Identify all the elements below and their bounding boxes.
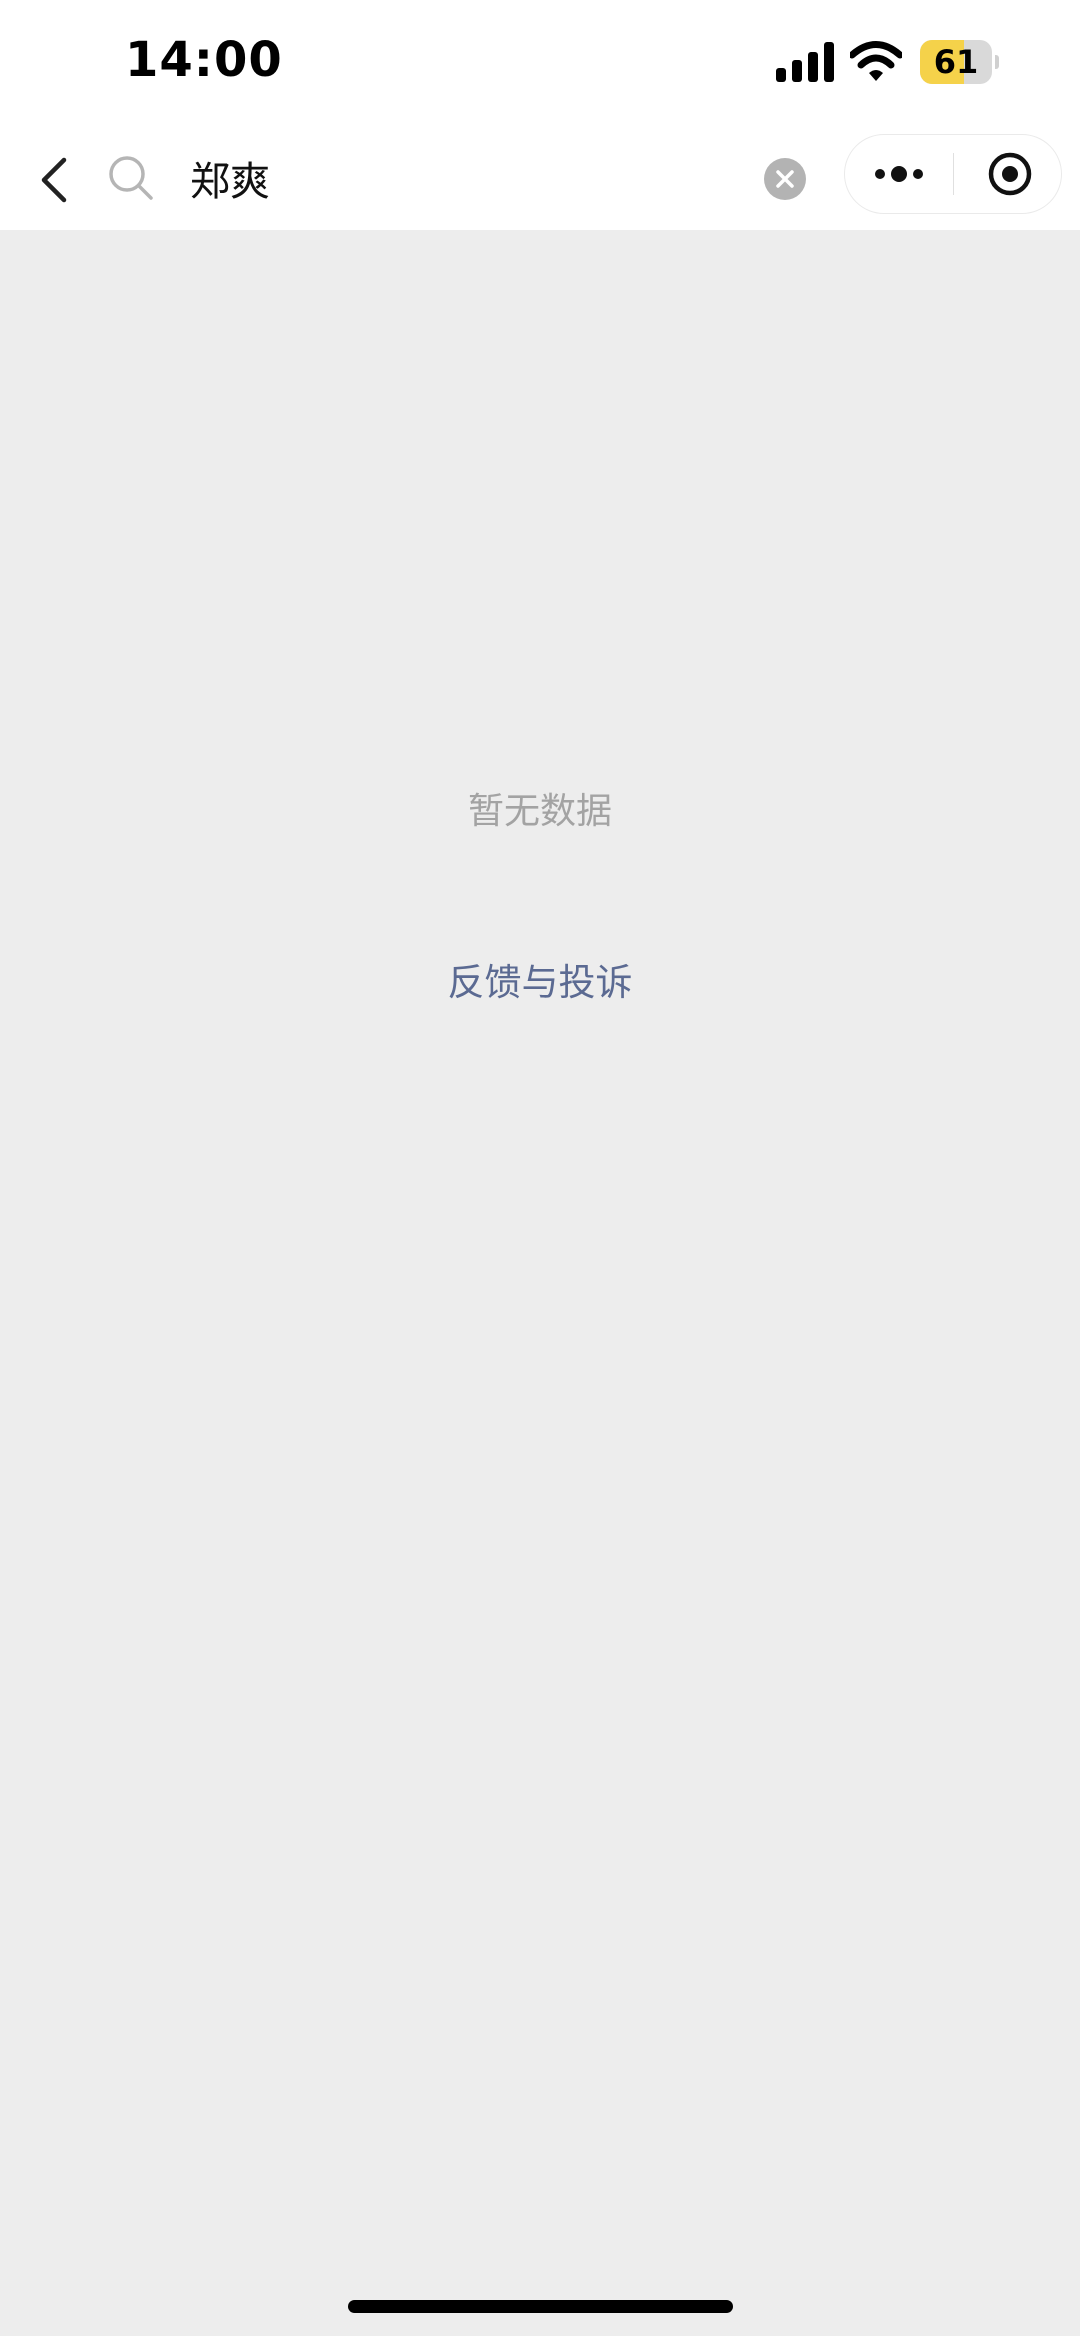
battery-level: 61 <box>933 43 979 81</box>
back-icon[interactable] <box>30 150 80 210</box>
signal-icon <box>776 42 834 82</box>
battery-tip <box>995 55 999 69</box>
status-bar: 14:00 61 <box>0 0 1080 128</box>
more-icon[interactable] <box>845 135 953 213</box>
clear-button[interactable] <box>764 158 806 200</box>
screen: 14:00 61 郑爽 暂无数据 反馈与投诉 <box>0 0 1080 2336</box>
mini-program-capsule <box>844 134 1062 214</box>
search-bar <box>0 128 1080 230</box>
empty-state-text: 暂无数据 <box>467 791 612 832</box>
status-time: 14:00 <box>125 32 283 88</box>
search-icon <box>109 156 153 200</box>
feedback-link[interactable]: 反馈与投诉 <box>400 952 680 1006</box>
home-indicator[interactable] <box>348 2300 733 2313</box>
capsule-divider <box>953 153 954 195</box>
search-input[interactable] <box>190 148 750 208</box>
clear-icon <box>776 170 794 188</box>
wifi-icon <box>850 41 902 81</box>
close-target-icon[interactable] <box>955 135 1061 213</box>
battery-icon: 61 <box>920 40 999 84</box>
